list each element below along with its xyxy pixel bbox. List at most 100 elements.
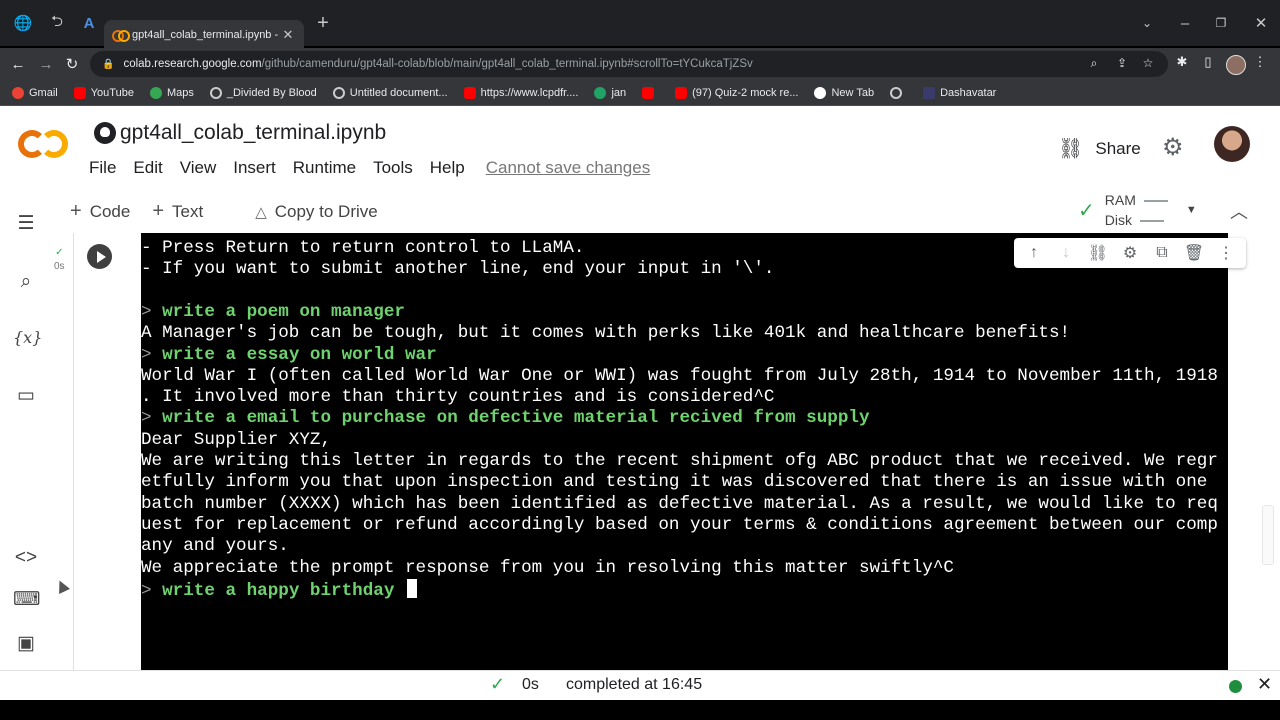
- youtube-icon: [642, 86, 655, 99]
- back-history-icon[interactable]: ⮌: [46, 0, 68, 46]
- bookmark-dashavatar[interactable]: Dashavatar: [923, 86, 996, 99]
- tab-search-chevron-icon[interactable]: ⌄: [1136, 0, 1158, 46]
- address-bar[interactable]: 🔒 colab.research.google.com /github/came…: [90, 51, 1168, 77]
- move-cell-up-icon[interactable]: ↑: [1022, 244, 1046, 262]
- bookmark-quiz-2[interactable]: (97) Quiz-2 mock re...: [675, 86, 798, 99]
- user-avatar[interactable]: [1214, 126, 1250, 162]
- variables-icon[interactable]: {x}: [13, 325, 42, 351]
- azure-tab-icon[interactable]: A: [78, 0, 100, 46]
- share-page-icon[interactable]: ⇪: [1114, 56, 1130, 72]
- text-cursor[interactable]: [406, 578, 417, 598]
- restore-icon[interactable]: ❐: [1210, 0, 1232, 46]
- terminal-output-line: World War I (often called World War One …: [141, 365, 1218, 386]
- colab-header: gpt4all_colab_terminal.ipynb File Edit V…: [0, 106, 1280, 233]
- mirror-cell-icon[interactable]: ⧉: [1150, 244, 1174, 262]
- forward-arrow-icon[interactable]: →: [34, 52, 58, 76]
- code-snippets-icon[interactable]: <>: [13, 545, 39, 571]
- copy-to-drive-button[interactable]: △ Copy to Drive: [255, 200, 378, 223]
- delete-cell-icon[interactable]: 🗑: [1182, 243, 1206, 263]
- cell-settings-gear-icon[interactable]: ⚙: [1118, 243, 1142, 263]
- terminal-output-line: We appreciate the prompt response from y…: [141, 557, 954, 578]
- menu-view[interactable]: View: [180, 158, 217, 178]
- bookmark-lcpdfr[interactable]: https://www.lcpdfr....: [463, 86, 578, 99]
- link-icon: ⛓: [1058, 138, 1084, 160]
- menu-bar: File Edit View Insert Runtime Tools Help…: [89, 158, 667, 178]
- globe-icon[interactable]: 🌐: [12, 0, 34, 46]
- command-palette-icon[interactable]: ⌨: [13, 587, 40, 613]
- bookmark-globe[interactable]: [890, 86, 907, 99]
- search-icon[interactable]: ⌕: [13, 269, 39, 295]
- back-arrow-icon[interactable]: ←: [6, 52, 30, 76]
- cell-exec-status: ✓ 0s: [54, 247, 65, 272]
- resources-indicator[interactable]: ✓ RAM Disk ▼: [1078, 190, 1197, 230]
- bookmark-untitled-document[interactable]: Untitled document...: [332, 86, 448, 99]
- bookmark-gmail[interactable]: Gmail: [12, 86, 58, 99]
- connected-check-icon: ✓: [1078, 199, 1095, 222]
- close-status-icon[interactable]: ✕: [1257, 674, 1272, 695]
- share-button[interactable]: ⛓ Share: [1058, 136, 1141, 161]
- new-tab-icon[interactable]: +: [312, 0, 334, 46]
- status-exec-time: 0s: [522, 676, 539, 693]
- cell-gutter: [74, 233, 141, 670]
- terminal-output-line: We are writing this letter in regards to…: [141, 451, 1218, 471]
- cell-exec-time: 0s: [54, 261, 65, 272]
- terminal-output-line: any and yours.: [141, 536, 289, 557]
- menu-insert[interactable]: Insert: [233, 158, 276, 178]
- browser-profile-avatar[interactable]: [1226, 55, 1246, 75]
- side-panel-icon[interactable]: ▯: [1198, 54, 1218, 74]
- reload-icon[interactable]: ↻: [60, 52, 84, 76]
- status-bar: ✓ 0s completed at 16:45 ✕: [0, 670, 1280, 700]
- cannot-save-notice[interactable]: Cannot save changes: [486, 158, 650, 178]
- close-tab-icon[interactable]: ✕: [280, 27, 296, 43]
- browser-menu-icon[interactable]: ⋮: [1250, 54, 1270, 74]
- menu-runtime[interactable]: Runtime: [293, 158, 356, 178]
- status-completed[interactable]: completed at 16:45: [566, 676, 702, 694]
- bookmark-star-icon[interactable]: ☆: [1140, 56, 1156, 72]
- browser-tab-active[interactable]: gpt4all_colab_terminal.ipynb - Co ✕: [104, 20, 304, 50]
- settings-gear-icon[interactable]: ⚙: [1162, 133, 1184, 162]
- add-text-button[interactable]: + Text: [152, 200, 203, 223]
- share-label: Share: [1095, 138, 1141, 158]
- terminal-prompt-line: > write a happy birthday: [141, 578, 417, 601]
- bookmark-youtube-2[interactable]: [642, 86, 659, 99]
- extensions-puzzle-icon[interactable]: ✱: [1172, 54, 1192, 74]
- bookmark-divided-by-blood[interactable]: _Divided By Blood: [209, 86, 317, 99]
- table-of-contents-icon[interactable]: ☰: [13, 211, 39, 237]
- scrollbar[interactable]: [1262, 505, 1274, 565]
- menu-edit[interactable]: Edit: [133, 158, 162, 178]
- close-window-icon[interactable]: ✕: [1250, 0, 1272, 46]
- bookmark-new-tab[interactable]: New Tab: [814, 86, 874, 99]
- disk-label: Disk: [1104, 212, 1132, 228]
- add-code-button[interactable]: + Code: [70, 200, 130, 223]
- resources-dropdown-icon[interactable]: ▼: [1186, 204, 1197, 216]
- menu-tools[interactable]: Tools: [373, 158, 413, 178]
- zoom-icon[interactable]: ⌕: [1086, 56, 1102, 72]
- bookmark-jan[interactable]: jan: [594, 86, 626, 99]
- lock-icon[interactable]: 🔒: [102, 59, 114, 70]
- terminal-icon[interactable]: ▣: [13, 631, 39, 657]
- drive-icon: △: [255, 203, 267, 221]
- run-cell-button[interactable]: [87, 244, 112, 269]
- maps-pin-icon: [149, 86, 162, 99]
- menu-help[interactable]: Help: [430, 158, 465, 178]
- cell-action-toolbar: ↑ ↓ ⛓ ⚙ ⧉ 🗑 ⋮: [1014, 238, 1246, 268]
- youtube-icon: [73, 86, 86, 99]
- move-cell-down-icon[interactable]: ↓: [1054, 244, 1078, 262]
- terminal-prompt-line: > write a essay on world war: [141, 345, 437, 366]
- menu-file[interactable]: File: [89, 158, 116, 178]
- plus-icon: +: [70, 200, 82, 222]
- bookmark-youtube[interactable]: YouTube: [73, 86, 134, 99]
- status-check-icon: ✓: [490, 674, 506, 694]
- notebook-title[interactable]: gpt4all_colab_terminal.ipynb: [94, 121, 386, 145]
- minimize-icon[interactable]: –: [1174, 0, 1196, 46]
- collapse-header-icon[interactable]: ︿: [1230, 198, 1248, 224]
- link-to-cell-icon[interactable]: ⛓: [1086, 243, 1110, 263]
- more-options-icon[interactable]: ⋮: [1214, 243, 1238, 263]
- cell-output-terminal[interactable]: - Press Return to return control to LLaM…: [141, 233, 1228, 670]
- browser-navbar: ← → ↻ 🔒 colab.research.google.com /githu…: [0, 48, 1280, 80]
- colab-favicon-icon: [112, 30, 130, 42]
- bookmark-maps[interactable]: Maps: [149, 86, 194, 99]
- colab-logo-icon[interactable]: [18, 128, 70, 162]
- files-folder-icon[interactable]: ▭: [13, 383, 39, 409]
- globe-icon: [209, 86, 222, 99]
